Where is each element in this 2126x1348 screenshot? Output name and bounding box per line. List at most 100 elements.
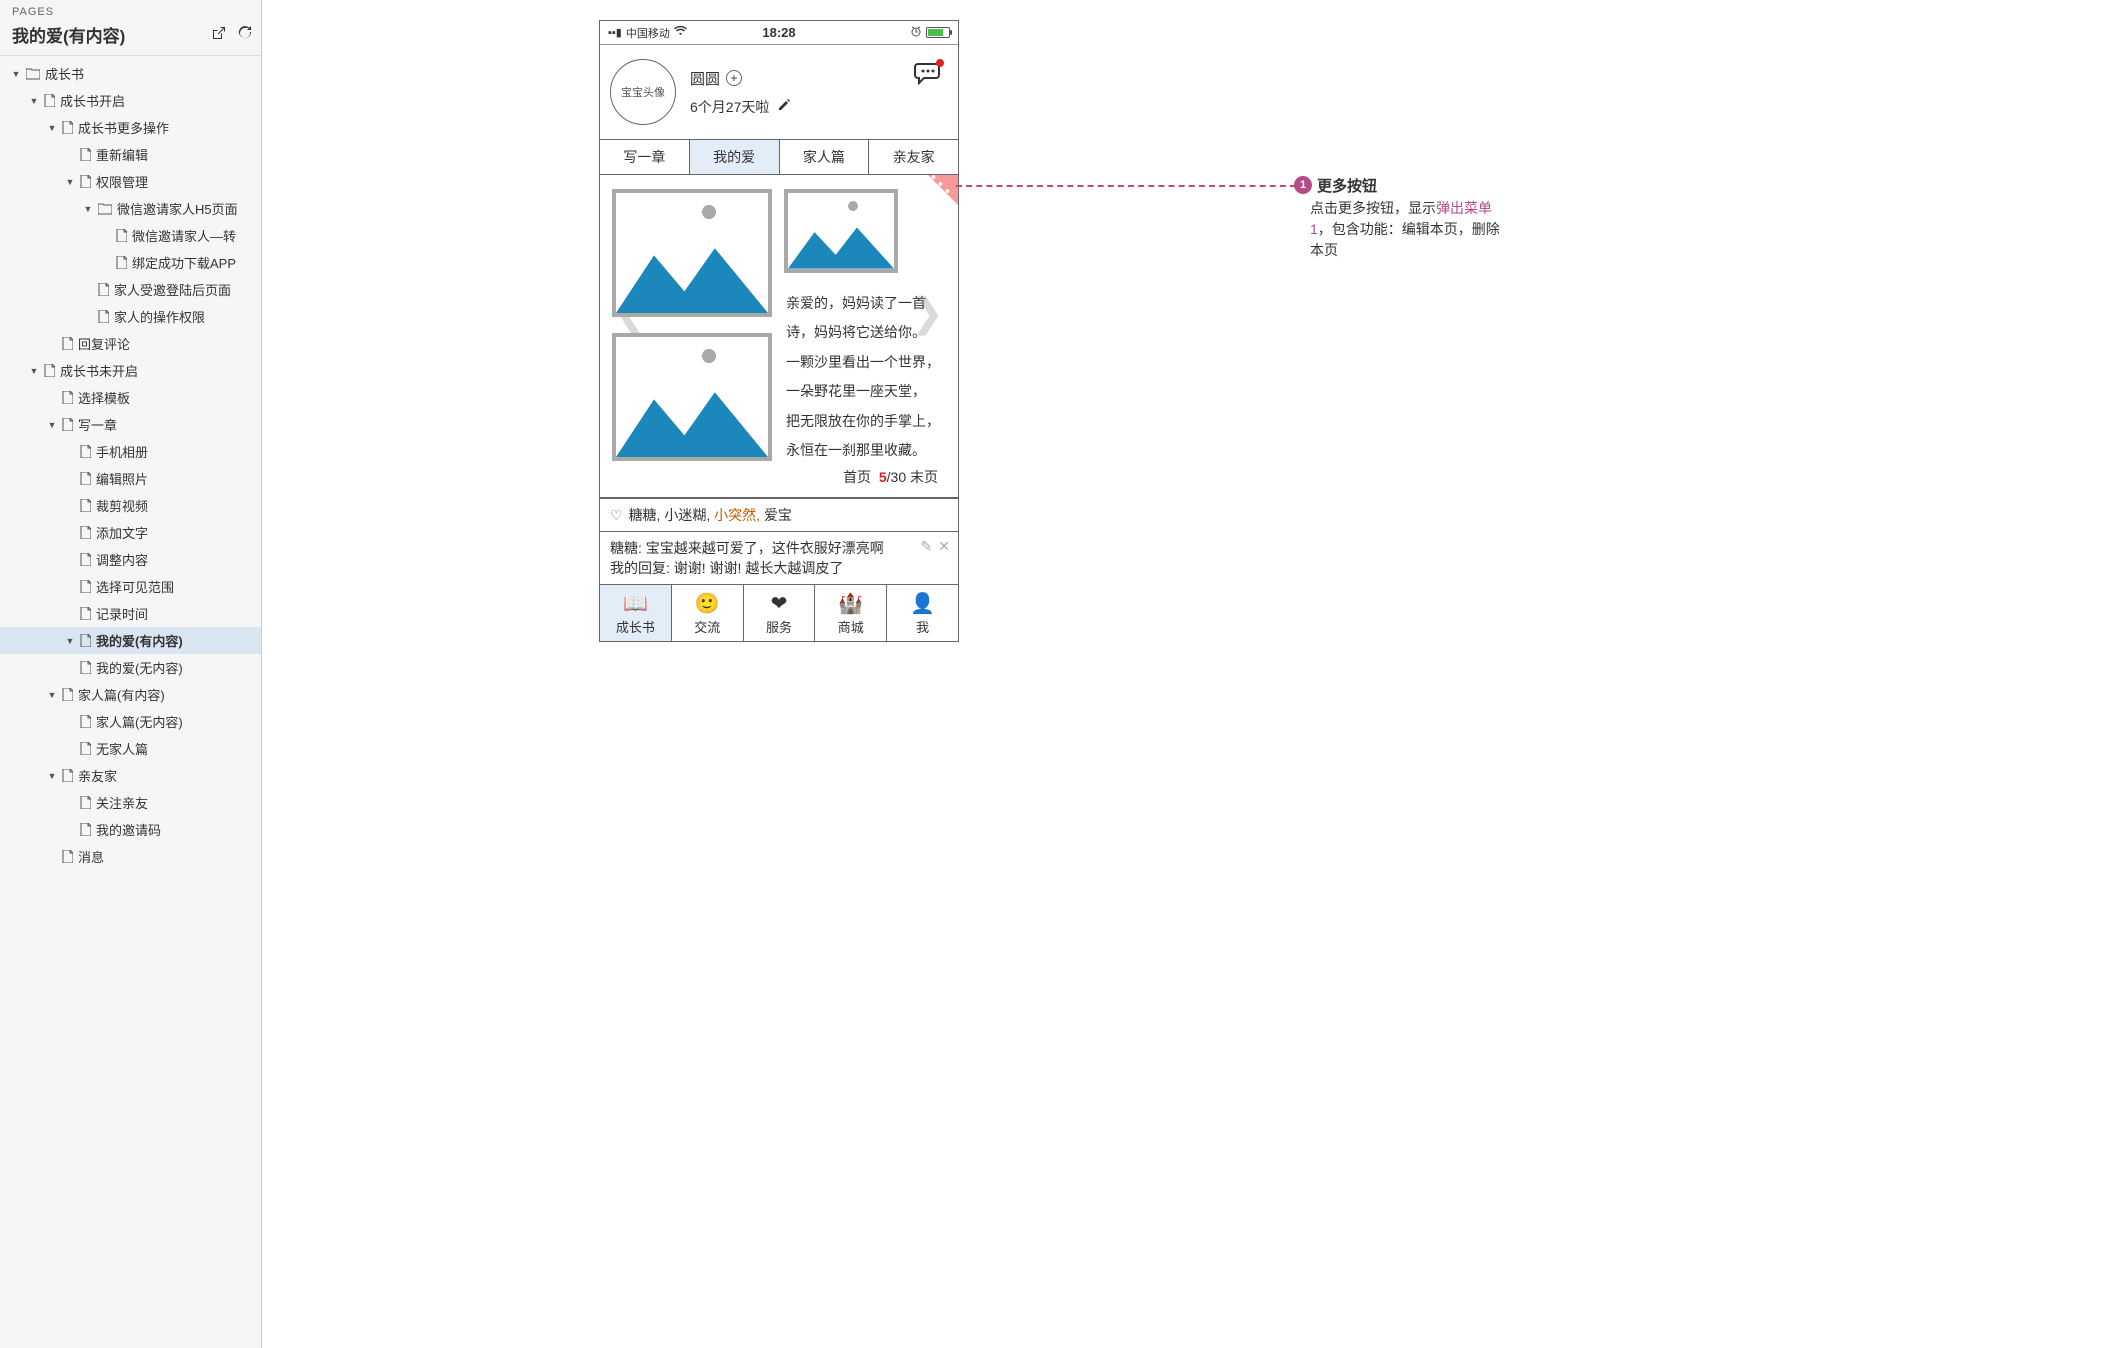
annotation-body: 点击更多按钮，显示弹出菜单1，包含功能：编辑本页，删除本页 (1310, 198, 1510, 261)
bottom-nav-item[interactable]: 📖成长书 (600, 585, 672, 641)
page-icon (80, 175, 91, 188)
page-icon (80, 580, 91, 593)
tree-item-label: 我的邀请码 (96, 820, 161, 839)
tree-item[interactable]: 我的爱(无内容) (0, 654, 261, 681)
add-baby-icon[interactable]: + (726, 70, 742, 86)
tree-item[interactable]: 调整内容 (0, 546, 261, 573)
tree-item-label: 消息 (78, 847, 104, 866)
carrier-label: 中国移动 (626, 25, 670, 41)
annotation-connector (956, 185, 1296, 187)
tree-item-label: 成长书更多操作 (78, 118, 169, 137)
photo-placeholder-2[interactable] (612, 333, 772, 461)
bottom-nav-item[interactable]: 👤我 (887, 585, 958, 641)
page-tree[interactable]: ▼成长书▼成长书开启▼成长书更多操作重新编辑▼权限管理▼微信邀请家人H5页面微信… (0, 56, 261, 1348)
page-icon (44, 94, 55, 107)
tree-item[interactable]: 微信邀请家人—转 (0, 222, 261, 249)
heart-icon: ♡ (610, 507, 623, 524)
comment-line-1: 糖糖: 宝宝越来越可爱了，这件衣服好漂亮啊 (610, 538, 948, 558)
page-icon (80, 823, 91, 836)
page-icon (116, 256, 127, 269)
delete-comment-icon[interactable]: ✕ (938, 538, 950, 555)
refresh-icon[interactable] (237, 25, 253, 44)
tree-item-label: 家人的操作权限 (114, 307, 205, 326)
tree-item[interactable]: 家人的操作权限 (0, 303, 261, 330)
wifi-icon (674, 26, 687, 39)
tree-item[interactable]: ▼成长书未开启 (0, 357, 261, 384)
bottom-nav: 📖成长书🙂交流❤服务🏰商城👤我 (600, 585, 958, 641)
photo-placeholder-1[interactable] (612, 189, 772, 317)
tree-item-label: 亲友家 (78, 766, 117, 785)
tree-item[interactable]: 消息 (0, 843, 261, 870)
profile-header: 宝宝头像 圆圆 + 6个月27天啦 (600, 45, 958, 139)
top-tabs: 写一章我的爱家人篇亲友家 (600, 139, 958, 175)
annotation-title: 更多按钮 (1317, 175, 1377, 196)
likes-row[interactable]: ♡ 糖糖, 小迷糊, 小突然, 爱宝 (600, 498, 958, 532)
tree-item-label: 无家人篇 (96, 739, 148, 758)
tree-item[interactable]: 家人受邀登陆后页面 (0, 276, 261, 303)
tree-item-label: 家人受邀登陆后页面 (114, 280, 231, 299)
nav-label: 商城 (838, 620, 864, 635)
tree-item[interactable]: 记录时间 (0, 600, 261, 627)
page-icon (80, 445, 91, 458)
tree-item[interactable]: 家人篇(无内容) (0, 708, 261, 735)
share-icon[interactable] (211, 25, 227, 44)
bottom-nav-item[interactable]: 🏰商城 (815, 585, 887, 641)
tree-item-label: 成长书未开启 (60, 361, 138, 380)
baby-age: 6个月27天啦 (690, 97, 769, 117)
messages-icon[interactable] (914, 61, 942, 88)
tree-item[interactable]: 回复评论 (0, 330, 261, 357)
tree-item[interactable]: 添加文字 (0, 519, 261, 546)
photo-placeholder-3[interactable] (784, 189, 898, 273)
top-tab[interactable]: 家人篇 (780, 140, 870, 174)
page-icon (62, 418, 73, 431)
page-icon (62, 688, 73, 701)
tree-item[interactable]: ▼成长书更多操作 (0, 114, 261, 141)
page-icon (80, 634, 91, 647)
tree-item[interactable]: 我的邀请码 (0, 816, 261, 843)
tree-item-label: 成长书开启 (60, 91, 125, 110)
bottom-nav-item[interactable]: ❤服务 (744, 585, 816, 641)
page-icon (80, 472, 91, 485)
tree-item-label: 编辑照片 (96, 469, 148, 488)
status-time: 18:28 (722, 25, 836, 40)
tree-item[interactable]: 选择可见范围 (0, 573, 261, 600)
tree-item-label: 微信邀请家人H5页面 (117, 199, 238, 218)
tree-item-label: 裁剪视频 (96, 496, 148, 515)
tree-item-label: 权限管理 (96, 172, 148, 191)
tree-item-label: 选择模板 (78, 388, 130, 407)
edit-icon[interactable] (777, 98, 791, 115)
tree-item[interactable]: ▼成长书开启 (0, 87, 261, 114)
next-page-arrow[interactable]: ❯ (910, 290, 944, 336)
tree-item[interactable]: 重新编辑 (0, 141, 261, 168)
tree-item-label: 成长书 (45, 64, 84, 83)
top-tab[interactable]: 我的爱 (690, 140, 780, 174)
tree-item[interactable]: ▼权限管理 (0, 168, 261, 195)
tree-item[interactable]: ▼家人篇(有内容) (0, 681, 261, 708)
top-tab[interactable]: 亲友家 (869, 140, 958, 174)
notification-dot (936, 59, 944, 67)
tree-item[interactable]: 编辑照片 (0, 465, 261, 492)
nav-label: 成长书 (616, 620, 655, 635)
tree-item-label: 记录时间 (96, 604, 148, 623)
page-icon (80, 553, 91, 566)
baby-avatar[interactable]: 宝宝头像 (610, 59, 676, 125)
tree-item[interactable]: ▼写一章 (0, 411, 261, 438)
tree-item[interactable]: ▼亲友家 (0, 762, 261, 789)
tree-item[interactable]: 手机相册 (0, 438, 261, 465)
page-icon (62, 850, 73, 863)
tree-item[interactable]: ▼成长书 (0, 60, 261, 87)
top-tab[interactable]: 写一章 (600, 140, 690, 174)
edit-comment-icon[interactable]: ✎ (921, 538, 933, 555)
tree-item[interactable]: 选择模板 (0, 384, 261, 411)
page-icon (98, 310, 109, 323)
nav-icon: 🙂 (672, 591, 743, 616)
tree-item[interactable]: 无家人篇 (0, 735, 261, 762)
tree-item[interactable]: ▼微信邀请家人H5页面 (0, 195, 261, 222)
bottom-nav-item[interactable]: 🙂交流 (672, 585, 744, 641)
page-icon (80, 526, 91, 539)
tree-item[interactable]: 绑定成功下载APP (0, 249, 261, 276)
tree-item[interactable]: ▼我的爱(有内容) (0, 627, 261, 654)
tree-item[interactable]: 裁剪视频 (0, 492, 261, 519)
tree-item[interactable]: 关注亲友 (0, 789, 261, 816)
page-icon (80, 148, 91, 161)
